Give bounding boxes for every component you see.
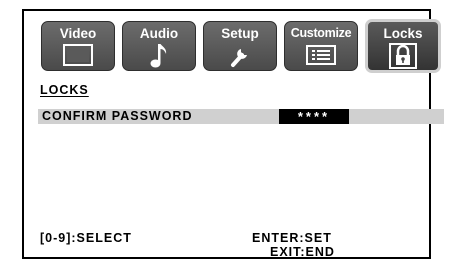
confirm-password-row[interactable]: CONFIRM PASSWORD ****: [38, 109, 444, 124]
wrench-icon: [228, 44, 252, 73]
tab-video-label: Video: [59, 26, 97, 41]
enter-hint: ENTER:SET: [252, 231, 332, 245]
tab-setup-label: Setup: [221, 26, 259, 41]
tab-video[interactable]: Video: [41, 21, 115, 71]
tab-setup[interactable]: Setup: [203, 21, 277, 71]
tab-audio[interactable]: Audio: [122, 21, 196, 71]
tab-customize-label: Customize: [290, 26, 352, 40]
locks-menu-screen: Video Audio Setup Customize Locks LOCKS …: [22, 9, 444, 259]
tab-locks[interactable]: Locks: [365, 19, 441, 73]
padlock-icon: [389, 43, 417, 74]
list-icon: [306, 45, 336, 70]
tab-locks-label: Locks: [383, 26, 423, 41]
section-title: LOCKS: [40, 83, 89, 97]
exit-hint: EXIT:END: [270, 245, 335, 259]
password-field[interactable]: ****: [279, 109, 349, 124]
music-note-icon: [149, 43, 169, 74]
monitor-icon: [63, 44, 93, 71]
select-hint: [0-9]:SELECT: [40, 231, 132, 245]
tab-audio-label: Audio: [139, 26, 179, 41]
confirm-password-label: CONFIRM PASSWORD: [42, 109, 193, 123]
tab-customize[interactable]: Customize: [284, 21, 358, 71]
